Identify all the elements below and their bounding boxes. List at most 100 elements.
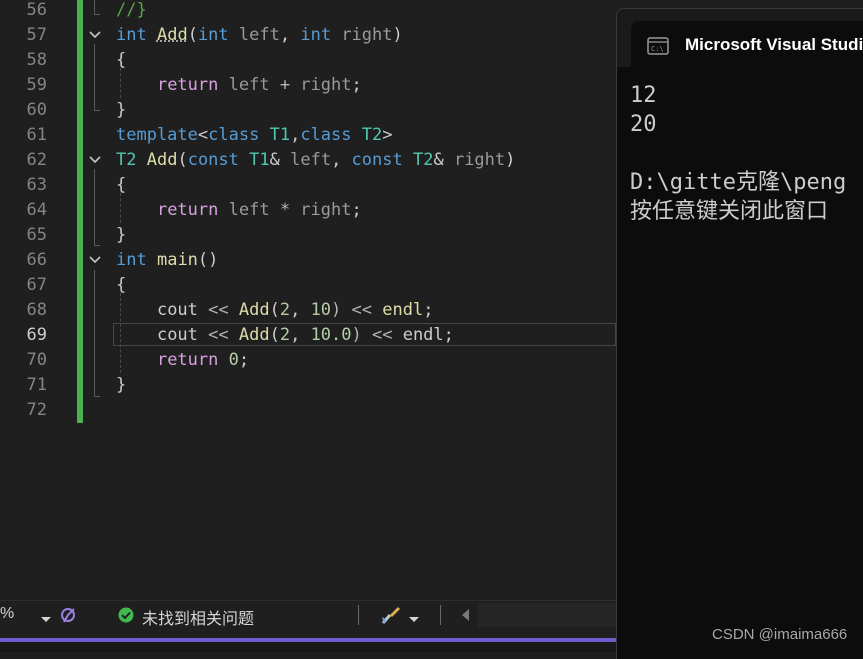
code-line-67[interactable]: { bbox=[116, 273, 126, 298]
punct-token: , bbox=[290, 125, 301, 145]
code-line-57[interactable]: int Add(int left, int right) bbox=[116, 23, 403, 48]
punct-token: ; bbox=[238, 350, 250, 370]
punct-token: ( bbox=[269, 325, 280, 345]
check-circle-icon bbox=[118, 607, 134, 628]
line-number: 61 bbox=[26, 125, 47, 145]
function-token: main bbox=[156, 250, 198, 270]
collapse-chevron-icon[interactable] bbox=[88, 153, 102, 167]
param-token: left bbox=[290, 150, 332, 170]
code-line-68[interactable]: cout << Add(2, 10) << endl; bbox=[116, 298, 433, 323]
function-token: Add bbox=[238, 300, 270, 320]
code-line-56[interactable]: //} bbox=[116, 0, 147, 23]
line-number: 62 bbox=[26, 150, 47, 170]
punct-token: > bbox=[382, 125, 393, 145]
line-number-active: 69 bbox=[26, 325, 47, 345]
punct-token: , bbox=[331, 150, 352, 170]
number-token: 2 bbox=[279, 300, 291, 320]
code-line-65[interactable]: } bbox=[116, 223, 126, 248]
code-line-59[interactable]: return left + right; bbox=[116, 73, 362, 98]
keyword-token: class bbox=[300, 125, 352, 145]
console-line: 20 bbox=[630, 112, 657, 137]
punct-token: ( bbox=[177, 150, 188, 170]
operator-token: * bbox=[269, 200, 301, 220]
code-line-69[interactable]: cout << Add(2, 10.0) << endl; bbox=[116, 323, 454, 348]
code-line-64[interactable]: return left * right; bbox=[116, 198, 362, 223]
brace-token: } bbox=[116, 375, 127, 395]
function-token: Add bbox=[146, 150, 178, 170]
code-line-71[interactable]: } bbox=[116, 373, 126, 398]
outline-bracket bbox=[94, 396, 100, 397]
console-line: D:\gitte克隆\peng bbox=[630, 170, 847, 195]
punct-token: () bbox=[197, 250, 219, 270]
number-token: 0 bbox=[228, 350, 239, 370]
outline-bracket bbox=[94, 110, 100, 111]
punct-token: & bbox=[433, 150, 454, 170]
type-token: T1 bbox=[269, 125, 291, 145]
keyword-token: return bbox=[156, 75, 219, 95]
identifier-token: endl bbox=[402, 325, 444, 345]
line-number: 72 bbox=[26, 400, 47, 420]
code-line-70[interactable]: return 0; bbox=[116, 348, 249, 373]
type-token: T2 bbox=[361, 125, 383, 145]
outline-bracket bbox=[94, 270, 95, 396]
brace-token: { bbox=[116, 50, 127, 70]
param-token: right bbox=[453, 150, 506, 170]
punct-token: ) bbox=[392, 25, 403, 45]
function-token: Add bbox=[238, 325, 270, 345]
line-number: 56 bbox=[26, 0, 47, 20]
keyword-token: const bbox=[187, 150, 239, 170]
zoom-level[interactable]: % bbox=[0, 605, 14, 623]
code-editor[interactable]: 56 57 58 59 60 61 62 63 64 65 66 67 68 6… bbox=[0, 0, 616, 600]
outline-bracket bbox=[94, 245, 100, 246]
param-token: right bbox=[300, 200, 352, 220]
triangle-left-icon[interactable] bbox=[460, 608, 470, 627]
keyword-token: return bbox=[156, 350, 219, 370]
collapse-chevron-icon[interactable] bbox=[88, 28, 102, 42]
code-line-63[interactable]: { bbox=[116, 173, 126, 198]
console-title-bar[interactable]: C:\ Microsoft Visual Studi bbox=[617, 9, 863, 67]
punct-token: ; bbox=[423, 300, 434, 320]
punct-token: & bbox=[269, 150, 291, 170]
keyword-token: class bbox=[208, 125, 260, 145]
collapse-chevron-icon[interactable] bbox=[88, 253, 102, 267]
line-number: 67 bbox=[26, 275, 47, 295]
punct-token: ; bbox=[443, 325, 454, 345]
brush-icon[interactable] bbox=[380, 605, 402, 630]
svg-text:C:\: C:\ bbox=[651, 45, 664, 53]
number-token: 10.0 bbox=[310, 325, 352, 345]
operator-token: << bbox=[197, 300, 239, 320]
line-number-gutter: 56 57 58 59 60 61 62 63 64 65 66 67 68 6… bbox=[0, 0, 60, 600]
param-token: right bbox=[300, 75, 352, 95]
issues-status[interactable]: 未找到相关问题 bbox=[142, 605, 254, 629]
punct-token: , bbox=[279, 25, 301, 45]
punct-token: ; bbox=[351, 75, 362, 95]
line-number: 57 bbox=[26, 25, 47, 45]
keyword-token: int bbox=[197, 25, 229, 45]
console-window[interactable]: C:\ Microsoft Visual Studi 12 20 D:\gitt… bbox=[616, 8, 863, 659]
type-token: T1 bbox=[249, 150, 270, 170]
brace-token: } bbox=[116, 225, 127, 245]
code-line-58[interactable]: { bbox=[116, 48, 126, 73]
type-token: T2 bbox=[116, 150, 137, 170]
brush-icon[interactable] bbox=[59, 606, 79, 629]
param-token: left bbox=[238, 25, 280, 45]
console-icon: C:\ bbox=[647, 37, 669, 59]
outline-bracket bbox=[94, 44, 95, 110]
horizontal-scrollbar[interactable] bbox=[478, 603, 616, 627]
line-number: 64 bbox=[26, 200, 47, 220]
watermark: CSDN @imaima666 bbox=[712, 626, 848, 643]
keyword-token: int bbox=[116, 25, 147, 45]
code-line-66[interactable]: int main() bbox=[116, 248, 218, 273]
operator-token: << bbox=[197, 325, 239, 345]
chevron-down-icon[interactable] bbox=[408, 611, 420, 629]
divider bbox=[358, 605, 359, 625]
code-line-62[interactable]: T2 Add(const T1& left, const T2& right) bbox=[116, 148, 515, 173]
code-line-61[interactable]: template<class T1,class T2> bbox=[116, 123, 392, 148]
code-line-60[interactable]: } bbox=[116, 98, 126, 123]
type-token: T2 bbox=[412, 150, 434, 170]
punct-token: , bbox=[290, 325, 311, 345]
operator-token: ) << bbox=[351, 325, 403, 345]
line-number: 65 bbox=[26, 225, 47, 245]
chevron-down-icon[interactable] bbox=[40, 611, 52, 629]
punct-token: , bbox=[290, 300, 311, 320]
